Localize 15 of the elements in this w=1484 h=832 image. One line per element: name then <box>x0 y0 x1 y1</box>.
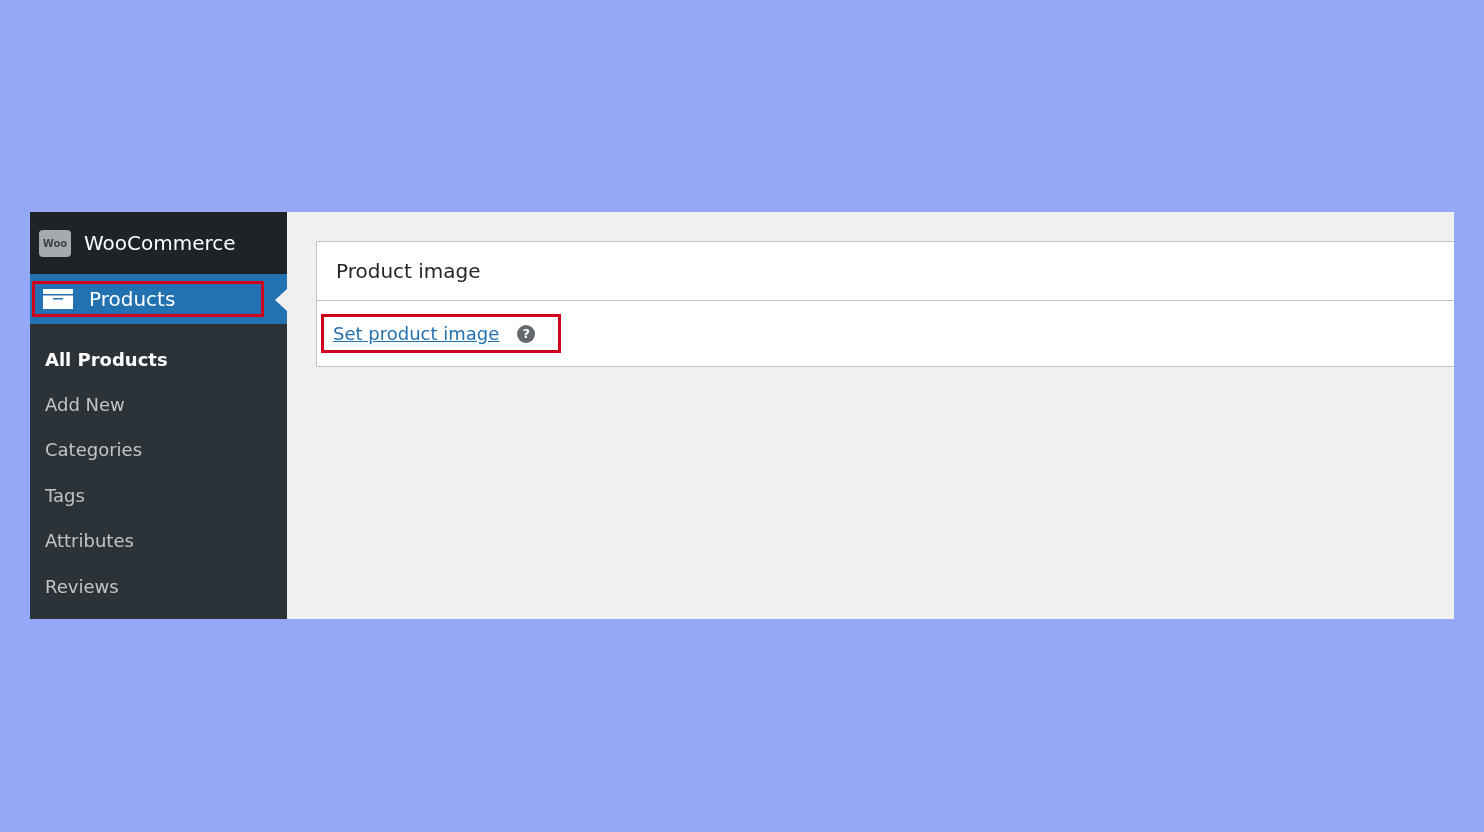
box-icon <box>43 289 73 309</box>
brand-label: WooCommerce <box>84 230 236 258</box>
sidebar-menu-item[interactable]: Products <box>30 274 287 324</box>
current-pointer-icon <box>275 289 287 312</box>
submenu-link[interactable]: Reviews <box>45 573 287 619</box>
woo-logo-icon: Woo <box>39 229 71 257</box>
submenu-link[interactable]: All Products <box>45 346 287 393</box>
box-title: Product image <box>336 258 481 285</box>
set-image-link[interactable]: Set product image <box>333 320 500 347</box>
menu-label: Products <box>89 286 176 313</box>
submenu-link[interactable]: Attributes <box>45 528 287 574</box>
submenu-link[interactable]: Categories <box>45 437 287 483</box>
submenu-link[interactable]: Tags <box>45 482 287 529</box>
help-icon: ? <box>517 324 536 343</box>
submenu-link[interactable]: Add New <box>45 392 287 438</box>
